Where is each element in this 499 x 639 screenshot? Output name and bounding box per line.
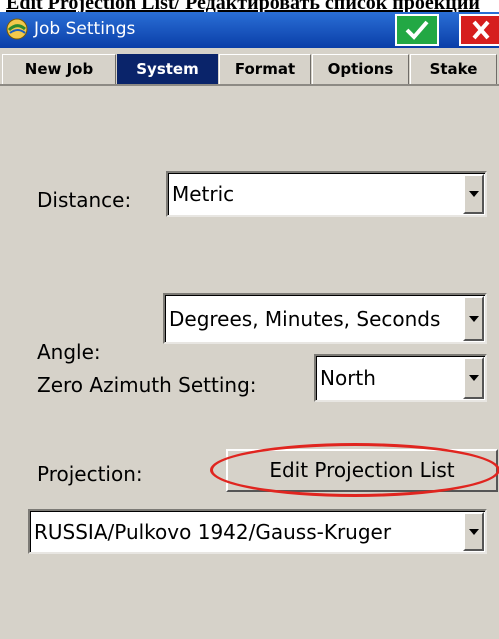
edit-projection-list-button[interactable]: Edit Projection List (226, 449, 498, 492)
app-logo-icon (6, 18, 28, 40)
zero-azimuth-label: Zero Azimuth Setting: (37, 373, 257, 397)
close-icon (472, 20, 490, 40)
distance-select[interactable]: Metric (166, 171, 487, 217)
chevron-down-icon (469, 528, 479, 535)
tab-options[interactable]: Options (312, 54, 409, 84)
angle-value: Degrees, Minutes, Seconds (169, 306, 441, 331)
ok-button[interactable] (395, 14, 439, 46)
tab-format[interactable]: Format (219, 54, 311, 84)
projection-label: Projection: (37, 462, 143, 486)
angle-label: Angle: (37, 340, 101, 364)
window-title: Job Settings (34, 19, 136, 39)
zero-azimuth-value: North (320, 366, 376, 390)
document-caption-text: Edit Projection List/ Редактировать спис… (6, 0, 480, 12)
distance-value: Metric (172, 182, 235, 206)
tab-system[interactable]: System (117, 54, 218, 84)
checkmark-icon (405, 20, 429, 40)
close-button[interactable] (459, 14, 499, 46)
document-caption: Edit Projection List/ Редактировать спис… (0, 0, 499, 12)
projection-dropdown-button[interactable] (463, 512, 484, 551)
chevron-down-icon (469, 375, 479, 381)
tab-strip: New Job System Format Options Stake (0, 48, 499, 86)
angle-select[interactable]: Degrees, Minutes, Seconds (163, 293, 487, 344)
zero-azimuth-dropdown-button[interactable] (463, 357, 484, 399)
angle-dropdown-button[interactable] (463, 296, 484, 341)
projection-select[interactable]: RUSSIA/Pulkovo 1942/Gauss-Kruger (28, 509, 487, 554)
distance-dropdown-button[interactable] (463, 174, 484, 214)
projection-value: RUSSIA/Pulkovo 1942/Gauss-Kruger (34, 519, 392, 544)
tab-stake[interactable]: Stake (410, 54, 497, 84)
distance-label: Distance: (37, 188, 132, 212)
chevron-down-icon (469, 191, 479, 197)
tab-new-job[interactable]: New Job (2, 54, 116, 84)
zero-azimuth-select[interactable]: North (314, 354, 487, 402)
chevron-down-icon (469, 315, 479, 322)
